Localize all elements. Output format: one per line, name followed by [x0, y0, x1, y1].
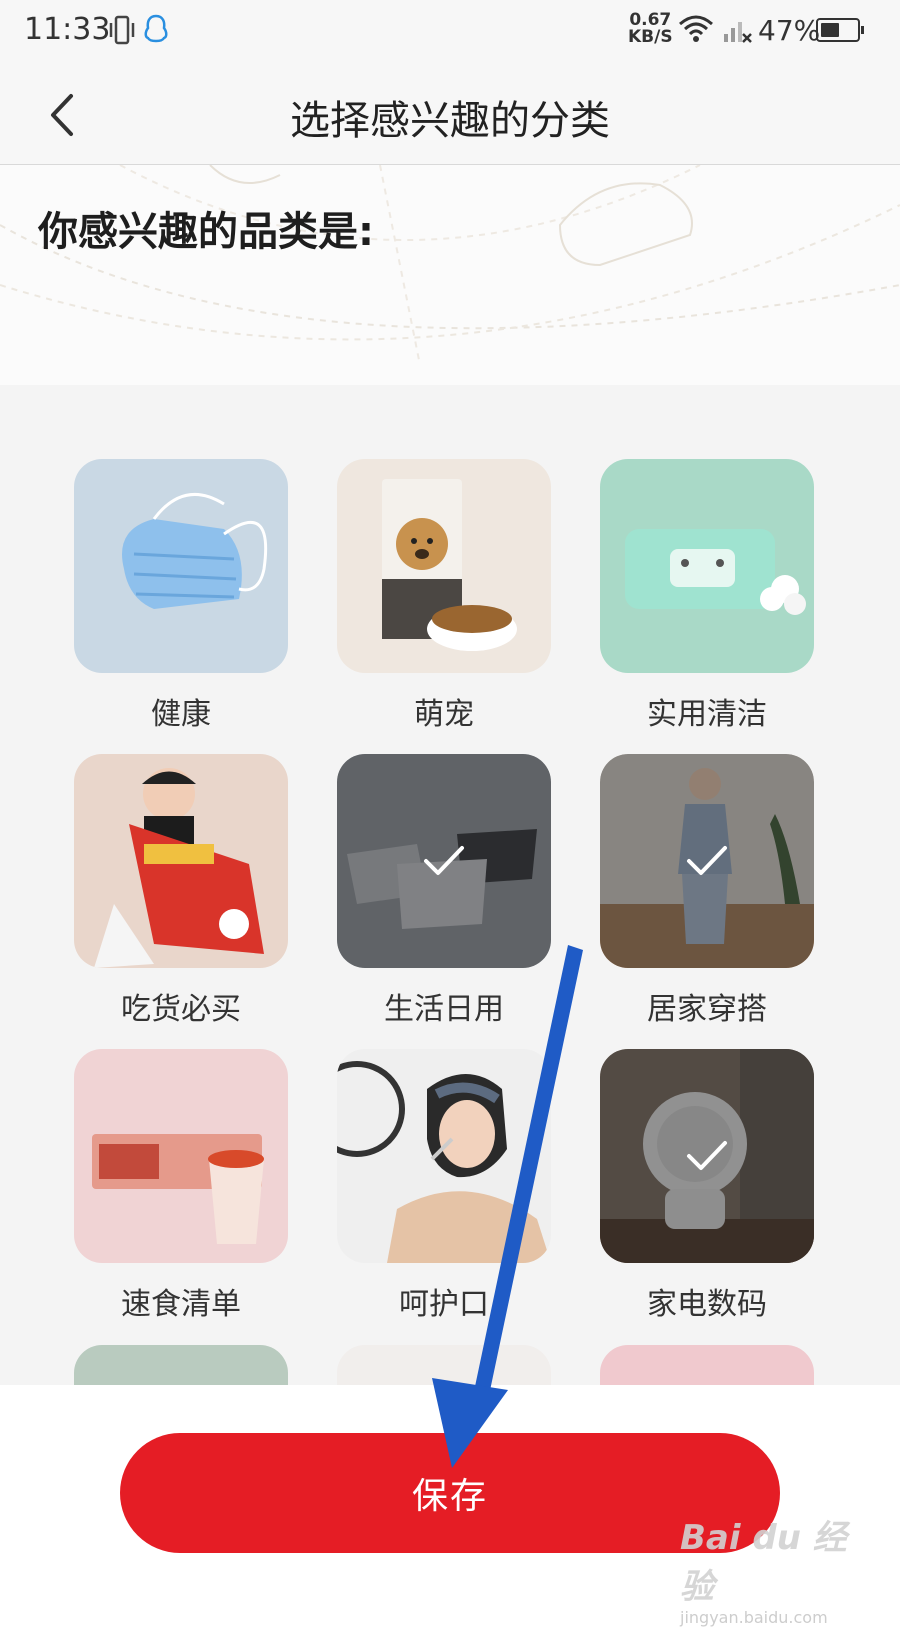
- checkmark-icon: [687, 846, 727, 875]
- category-image: [600, 1049, 814, 1263]
- watermark-url: jingyan.baidu.com: [680, 1608, 828, 1627]
- category-label: 健康: [151, 697, 211, 732]
- selected-overlay: [337, 754, 551, 968]
- category-label: 萌宠: [414, 697, 474, 732]
- category-image: [74, 459, 288, 673]
- woman-brushing-teeth-icon: [337, 1049, 551, 1263]
- status-bar: 11:33 0.67 KB/S 47%: [0, 0, 900, 64]
- category-label: 吃货必买: [121, 992, 241, 1027]
- section-heading: 你感兴趣的品类是:: [38, 209, 374, 255]
- category-image: [600, 1345, 814, 1385]
- category-item-loungewear[interactable]: 居家穿搭: [600, 754, 814, 1027]
- category-image: [337, 1345, 551, 1385]
- battery-icon: [816, 18, 864, 42]
- category-image: [600, 754, 814, 968]
- dog-food-bag-icon: [337, 459, 551, 673]
- category-item-oral-care[interactable]: 呵护口: [337, 1049, 551, 1322]
- checkmark-icon: [687, 1141, 727, 1170]
- speed-unit: KB/S: [628, 27, 673, 47]
- face-mask-icon: [74, 459, 288, 673]
- battery-percent: 47%: [758, 14, 821, 47]
- category-image: [337, 1049, 551, 1263]
- category-label: 家电数码: [647, 1287, 767, 1322]
- category-label: 生活日用: [384, 992, 504, 1027]
- category-image: [337, 459, 551, 673]
- category-label: 居家穿搭: [647, 992, 767, 1027]
- category-image: [600, 459, 814, 673]
- wet-wipes-icon: [600, 459, 814, 673]
- category-item-partial[interactable]: [74, 1345, 288, 1385]
- category-grid: 健康 萌宠 实用清洁 吃货必买 生活日用 居家穿搭 速食清单 呵护口 家电数码: [0, 385, 900, 1385]
- category-item-partial[interactable]: [337, 1345, 551, 1385]
- nav-bar: 选择感兴趣的分类: [0, 64, 900, 165]
- category-item-daily-use[interactable]: 生活日用: [337, 754, 551, 1027]
- category-item-instant-food[interactable]: 速食清单: [74, 1049, 288, 1322]
- category-item-pets[interactable]: 萌宠: [337, 459, 551, 732]
- category-image: [74, 1049, 288, 1263]
- category-label: 速食清单: [121, 1287, 241, 1322]
- checkmark-icon: [424, 846, 464, 875]
- qq-icon: [142, 13, 170, 51]
- child-with-snack-icon: [74, 754, 288, 968]
- vibrate-icon: [108, 14, 136, 52]
- network-speed: 0.67 KB/S: [628, 12, 673, 46]
- category-item-partial[interactable]: [600, 1345, 814, 1385]
- selected-overlay: [600, 1049, 814, 1263]
- category-image: [74, 1345, 288, 1385]
- status-time: 11:33: [24, 12, 111, 47]
- category-image: [337, 754, 551, 968]
- signal-icon: [722, 14, 752, 48]
- wifi-icon: [678, 14, 714, 48]
- category-item-foodie[interactable]: 吃货必买: [74, 754, 288, 1027]
- page-title: 选择感兴趣的分类: [290, 98, 610, 144]
- category-label: 实用清洁: [647, 697, 767, 732]
- category-item-health[interactable]: 健康: [74, 459, 288, 732]
- category-label: 呵护口: [399, 1287, 489, 1322]
- category-image: [74, 754, 288, 968]
- selected-overlay: [600, 754, 814, 968]
- baidu-watermark: Bai du 经验 jingyan.baidu.com: [680, 1510, 870, 1627]
- decorative-background: [0, 165, 900, 366]
- instant-noodles-icon: [74, 1049, 288, 1263]
- header-area: 你感兴趣的品类是:: [0, 165, 900, 385]
- watermark-logo: Bai du 经验: [680, 1518, 847, 1607]
- category-item-cleaning[interactable]: 实用清洁: [600, 459, 814, 732]
- category-item-electronics[interactable]: 家电数码: [600, 1049, 814, 1322]
